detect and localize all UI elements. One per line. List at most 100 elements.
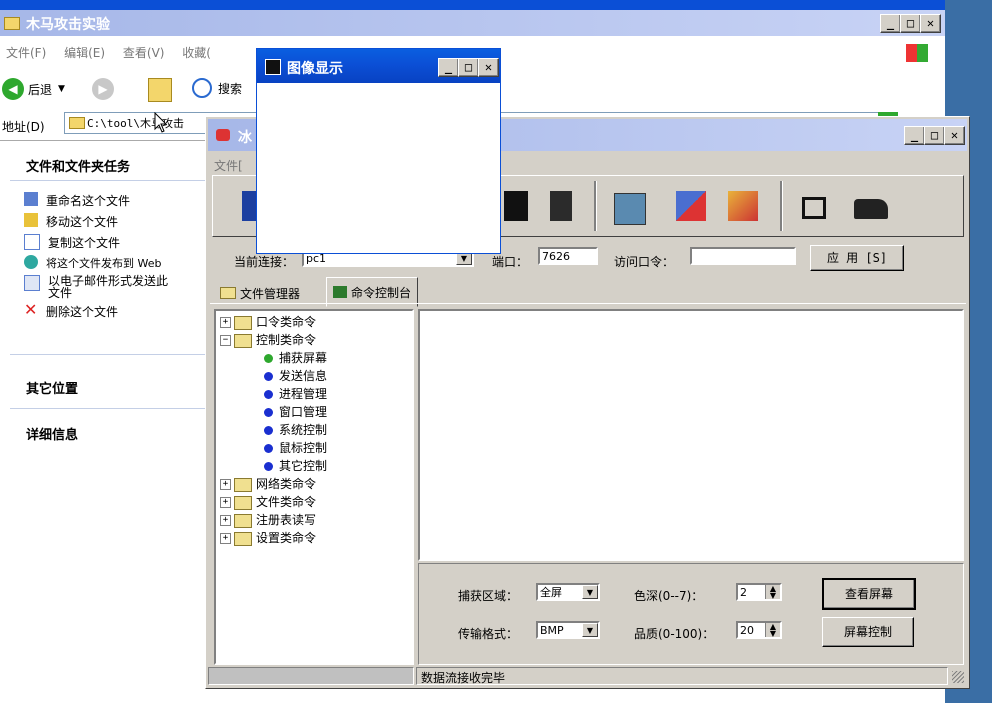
capture-area-dropdown-icon[interactable]: ▼ [582,585,598,599]
task-publish[interactable]: 将这个文件发布到 Web [24,255,204,271]
screen-control-button[interactable]: 屏幕控制 [822,617,914,647]
tree-node-settings[interactable]: + 设置类命令 [220,529,327,547]
close-button[interactable]: ✕ [920,14,941,33]
tab-baseline [210,303,966,304]
task-copy-label[interactable]: 复制这个文件 [48,234,120,251]
trojan-minimize-button[interactable]: _ [904,126,925,145]
toolbar-sep-2 [780,181,783,231]
task-rename[interactable]: 重命名这个文件 [24,192,204,209]
expand-icon[interactable]: + [220,317,231,328]
apply-button[interactable]: 应 用 [S] [810,245,904,271]
resize-grip-icon[interactable] [952,671,964,683]
transfer-format-select[interactable]: BMP ▼ [536,621,600,639]
blue-dot-icon [264,444,273,453]
spinner-arrows-icon[interactable]: ▲ ▼ [765,623,780,638]
image-display-titlebar[interactable]: 图像显示 _ □ ✕ [257,49,500,83]
expand-icon[interactable]: + [220,497,231,508]
boot-exit-icon[interactable] [854,199,888,219]
blue-dot-icon [264,372,273,381]
tab-file-manager[interactable]: 文件管理器 [214,281,306,305]
minimize-button[interactable]: _ [880,14,901,33]
task-email[interactable]: 以电子邮件形式发送此文件 [24,275,204,299]
tree-label[interactable]: 网络类命令 [256,477,316,491]
notepad-edit-icon[interactable] [676,191,706,221]
view-screen-button[interactable]: 查看屏幕 [822,578,916,610]
tree-label[interactable]: 口令类命令 [256,315,316,329]
tree-leaf-label[interactable]: 捕获屏幕 [279,351,327,365]
other-places-header[interactable]: 其它位置 [26,378,78,397]
search-button[interactable]: 搜索 [192,78,242,98]
tree-leaf-label[interactable]: 鼠标控制 [279,441,327,455]
port-input[interactable]: 7626 [538,247,598,265]
mailbox-icon[interactable] [550,191,572,221]
window-app-icon [265,59,281,75]
windows-logo-icon [906,44,928,62]
explorer-titlebar[interactable]: 木马攻击实验 _ □ ✕ [0,10,945,36]
tree-leaf-send-message[interactable]: 发送信息 [220,367,327,385]
tree-node-file[interactable]: + 文件类命令 [220,493,327,511]
tree-leaf-label[interactable]: 发送信息 [279,369,327,383]
task-move-label[interactable]: 移动这个文件 [46,213,118,230]
menu-file[interactable]: 文件(F) [6,46,46,60]
task-delete-label[interactable]: 删除这个文件 [46,303,118,320]
expand-icon[interactable]: + [220,515,231,526]
trojan-menu-file[interactable]: 文件[ [214,157,243,174]
explorer-title: 木马攻击实验 [26,17,110,33]
tree-leaf-label[interactable]: 窗口管理 [279,405,327,419]
pass-input[interactable] [690,247,796,265]
back-button[interactable]: ◀ 后退 ▼ [2,76,65,102]
home-icon[interactable] [802,197,826,219]
task-list: 重命名这个文件 移动这个文件 复制这个文件 将这个文件发布到 Web 以电子邮件… [24,188,204,324]
tree-node-network[interactable]: + 网络类命令 [220,475,327,493]
tree-leaf-label[interactable]: 其它控制 [279,459,327,473]
collapse-icon[interactable]: − [220,335,231,346]
capture-area-select[interactable]: 全屏 ▼ [536,583,600,601]
rename-icon [24,192,38,206]
up-folder-icon[interactable] [148,78,172,102]
control-panel-icon[interactable] [614,193,646,225]
tree-leaf-process-manager[interactable]: 进程管理 [220,385,327,403]
task-email-label[interactable]: 以电子邮件形式发送此文件 [48,275,178,299]
spinner-arrows-icon[interactable]: ▲ ▼ [765,585,780,600]
menu-edit[interactable]: 编辑(E) [64,46,105,60]
back-dropdown-icon[interactable]: ▼ [58,84,65,94]
image-close-button[interactable]: ✕ [478,58,499,77]
image-maximize-button[interactable]: □ [458,58,479,77]
tree-node-registry[interactable]: + 注册表读写 [220,511,327,529]
image-minimize-button[interactable]: _ [438,58,459,77]
tree-leaf-label[interactable]: 进程管理 [279,387,327,401]
tree-label[interactable]: 设置类命令 [256,531,316,545]
tasks-header[interactable]: 文件和文件夹任务 [26,156,130,175]
expand-icon[interactable]: + [220,479,231,490]
tools-icon[interactable] [728,191,758,221]
tree-label[interactable]: 文件类命令 [256,495,316,509]
tree-label[interactable]: 注册表读写 [256,513,316,527]
task-delete[interactable]: ✕ 删除这个文件 [24,302,204,320]
forward-button[interactable]: ▶ [92,78,114,100]
task-publish-label[interactable]: 将这个文件发布到 Web [46,255,161,271]
details-header[interactable]: 详细信息 [26,424,78,443]
task-rename-label[interactable]: 重命名这个文件 [46,192,130,209]
task-move[interactable]: 移动这个文件 [24,213,204,230]
color-depth-spinner[interactable]: 2 ▲ ▼ [736,583,782,601]
transfer-format-dropdown-icon[interactable]: ▼ [582,623,598,637]
trojan-maximize-button[interactable]: □ [924,126,945,145]
menu-view[interactable]: 查看(V) [123,46,165,60]
tree-leaf-mouse-control[interactable]: 鼠标控制 [220,439,327,457]
monitor-icon[interactable] [504,191,528,221]
tree-leaf-other-control[interactable]: 其它控制 [220,457,327,475]
expand-icon[interactable]: + [220,533,231,544]
tree-leaf-label[interactable]: 系统控制 [279,423,327,437]
tree-leaf-window-manager[interactable]: 窗口管理 [220,403,327,421]
menu-favorites[interactable]: 收藏( [182,46,211,60]
task-copy[interactable]: 复制这个文件 [24,234,204,251]
tree-node-control[interactable]: − 控制类命令 [220,331,327,349]
quality-spinner[interactable]: 20 ▲ ▼ [736,621,782,639]
tree-leaf-capture-screen[interactable]: 捕获屏幕 [220,349,327,367]
trojan-close-button[interactable]: ✕ [944,126,965,145]
maximize-button[interactable]: □ [900,14,921,33]
tree-node-password[interactable]: + 口令类命令 [220,313,327,331]
image-canvas [257,83,500,253]
tree-label[interactable]: 控制类命令 [256,333,316,347]
tree-leaf-system-control[interactable]: 系统控制 [220,421,327,439]
